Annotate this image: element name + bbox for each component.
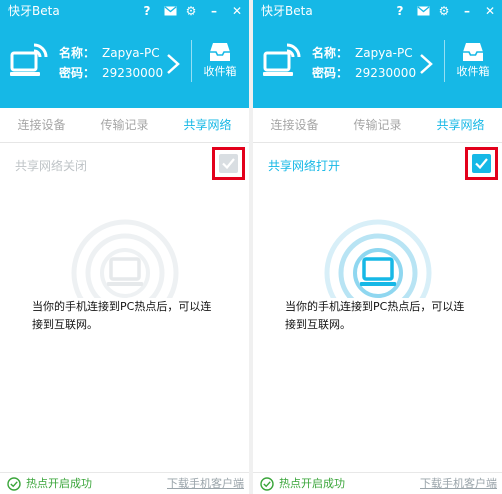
download-mobile-client-link[interactable]: 下载手机客户端	[167, 476, 244, 492]
pc-wifi-icon	[10, 43, 48, 76]
device-name-label: 名称：	[59, 46, 96, 60]
checkmark-icon	[222, 158, 235, 170]
minimize-button[interactable]: –	[460, 3, 474, 19]
share-description: 当你的手机连接到PC热点后，可以连接到互联网。	[285, 298, 475, 334]
close-button[interactable]: ✕	[230, 3, 244, 19]
check-circle-icon	[7, 477, 21, 491]
tab-connect-device[interactable]: 连接设备	[253, 108, 336, 142]
device-password-label: 密码：	[312, 66, 349, 80]
check-circle-icon	[260, 477, 274, 491]
share-status-text: 共享网络打开	[268, 159, 341, 173]
inbox-tray-icon	[463, 43, 483, 61]
header-separator	[191, 40, 192, 82]
header: 快牙Beta ? ⚙ – ✕ 名称： Zapya-PC 密码： 29230000…	[0, 0, 249, 108]
status-bar: 热点开启成功 下载手机客户端	[0, 472, 249, 494]
device-name-value: Zapya-PC	[355, 46, 413, 60]
highlight-frame	[465, 147, 498, 180]
status-bar: 热点开启成功 下载手机客户端	[253, 472, 502, 494]
minimize-button[interactable]: –	[207, 3, 221, 19]
device-password-value: 29230000	[102, 66, 164, 80]
tab-transfer-history[interactable]: 传输记录	[83, 108, 166, 142]
chevron-right-icon[interactable]	[419, 53, 433, 75]
share-network-checkbox[interactable]	[472, 154, 491, 173]
device-name-label: 名称：	[312, 46, 349, 60]
inbox-tray-icon	[210, 43, 230, 61]
app-title: 快牙Beta	[261, 4, 313, 18]
pc-wifi-icon	[263, 43, 301, 76]
inbox-button[interactable]: 收件箱	[449, 40, 497, 86]
mail-icon[interactable]	[163, 3, 177, 19]
tab-bar: 连接设备 传输记录 共享网络	[253, 108, 502, 143]
device-password-value: 29230000	[355, 66, 417, 80]
header: 快牙Beta ? ⚙ – ✕ 名称： Zapya-PC 密码： 29230000…	[253, 0, 502, 108]
app-title: 快牙Beta	[8, 4, 60, 18]
gear-icon[interactable]: ⚙	[184, 3, 198, 19]
checkmark-icon	[475, 158, 488, 170]
chevron-right-icon[interactable]	[166, 53, 180, 75]
tab-bar: 连接设备 传输记录 共享网络	[0, 108, 249, 143]
app-window-sharing-on: 快牙Beta ? ⚙ – ✕ 名称： Zapya-PC 密码： 29230000…	[253, 0, 502, 494]
mail-icon[interactable]	[416, 3, 430, 19]
header-separator	[444, 40, 445, 82]
hotspot-status-text: 热点开启成功	[26, 477, 92, 490]
device-password-label: 密码：	[59, 66, 96, 80]
inbox-label: 收件箱	[456, 65, 490, 78]
close-button[interactable]: ✕	[483, 3, 497, 19]
app-window-sharing-off: 快牙Beta ? ⚙ – ✕ 名称： Zapya-PC 密码： 29230000…	[0, 0, 249, 494]
device-name-value: Zapya-PC	[102, 46, 160, 60]
tab-share-network[interactable]: 共享网络	[166, 108, 249, 142]
inbox-label: 收件箱	[203, 65, 237, 78]
inbox-button[interactable]: 收件箱	[196, 40, 244, 86]
help-button[interactable]: ?	[140, 3, 154, 19]
share-network-checkbox[interactable]	[219, 154, 238, 173]
hotspot-status-text: 热点开启成功	[279, 477, 345, 490]
highlight-frame	[212, 147, 245, 180]
share-status-text: 共享网络关闭	[15, 159, 88, 173]
help-button[interactable]: ?	[393, 3, 407, 19]
tab-connect-device[interactable]: 连接设备	[0, 108, 83, 142]
download-mobile-client-link[interactable]: 下载手机客户端	[420, 476, 497, 492]
tab-share-network[interactable]: 共享网络	[419, 108, 502, 142]
gear-icon[interactable]: ⚙	[437, 3, 451, 19]
share-description: 当你的手机连接到PC热点后，可以连接到互联网。	[32, 298, 222, 334]
tab-transfer-history[interactable]: 传输记录	[336, 108, 419, 142]
